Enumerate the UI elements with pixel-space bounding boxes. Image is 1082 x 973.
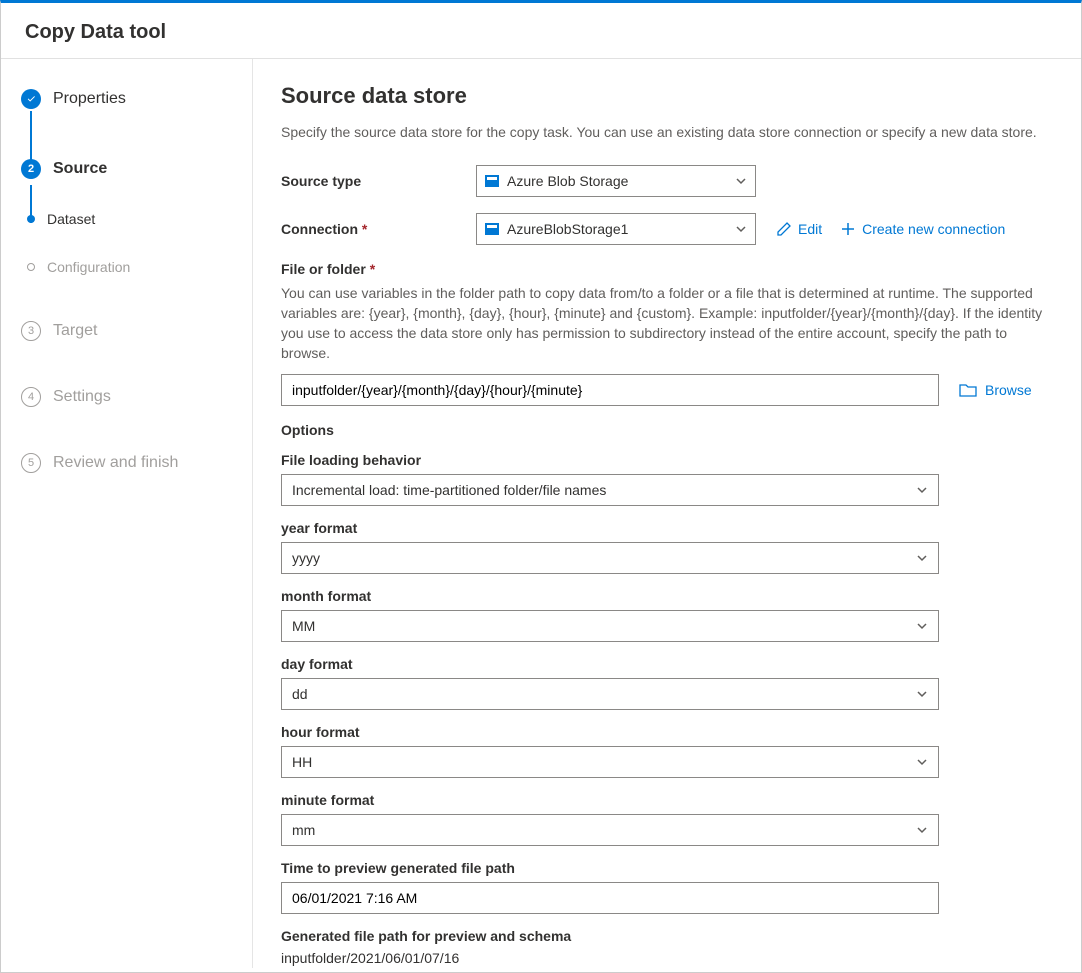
chevron-down-icon [916,620,928,632]
file-folder-label: File or folder * [281,261,1053,277]
step-label: Properties [53,90,126,108]
chevron-down-icon [916,552,928,564]
chevron-down-icon [916,756,928,768]
wizard-sidebar: Properties 2 Source Dataset Configuratio… [1,59,253,968]
step-number-icon: 2 [21,159,41,179]
chevron-down-icon [916,824,928,836]
chevron-down-icon [735,223,747,235]
connection-value: AzureBlobStorage1 [507,221,628,237]
step-target[interactable]: 3 Target [21,315,242,347]
step-source[interactable]: 2 Source [21,153,242,185]
generated-path-label: Generated file path for preview and sche… [281,928,1053,944]
chevron-down-icon [916,484,928,496]
folder-icon [959,382,977,398]
day-format-select[interactable]: dd [281,678,939,710]
source-type-row: Source type Azure Blob Storage [281,165,1053,197]
step-settings[interactable]: 4 Settings [21,381,242,413]
content-area: Source data store Specify the source dat… [253,59,1081,968]
day-format-label: day format [281,656,1053,672]
year-format-value: yyyy [292,550,320,566]
month-format-label: month format [281,588,1053,604]
substep-configuration[interactable]: Configuration [21,253,242,281]
step-properties[interactable]: Properties [21,83,242,115]
source-type-label: Source type [281,173,476,189]
step-label: Settings [53,388,111,406]
month-format-value: MM [292,618,315,634]
behavior-select[interactable]: Incremental load: time-partitioned folde… [281,474,939,506]
blob-storage-icon [485,175,499,187]
source-type-select[interactable]: Azure Blob Storage [476,165,756,197]
options-label: Options [281,422,1053,438]
page-title: Copy Data tool [1,3,1081,59]
minute-format-select[interactable]: mm [281,814,939,846]
hour-format-label: hour format [281,724,1053,740]
step-number-icon: 3 [21,321,41,341]
create-connection-link[interactable]: Create new connection [840,221,1005,237]
source-type-value: Azure Blob Storage [507,173,628,189]
step-review[interactable]: 5 Review and finish [21,447,242,479]
month-format-select[interactable]: MM [281,610,939,642]
edit-connection-link[interactable]: Edit [776,221,822,237]
content-description: Specify the source data store for the co… [281,123,1053,143]
connection-select[interactable]: AzureBlobStorage1 [476,213,756,245]
minute-format-label: minute format [281,792,1053,808]
browse-link[interactable]: Browse [959,382,1032,398]
hour-format-select[interactable]: HH [281,746,939,778]
year-format-label: year format [281,520,1053,536]
day-format-value: dd [292,686,308,702]
substep-dataset[interactable]: Dataset [21,205,242,233]
year-format-select[interactable]: yyyy [281,542,939,574]
substep-label: Dataset [47,211,95,227]
step-label: Source [53,160,107,178]
connection-label: Connection * [281,221,476,237]
chevron-down-icon [916,688,928,700]
blob-storage-icon [485,223,499,235]
connection-row: Connection * AzureBlobStorage1 Edit Crea… [281,213,1053,245]
pencil-icon [776,221,792,237]
checkmark-icon [21,89,41,109]
behavior-value: Incremental load: time-partitioned folde… [292,482,606,498]
substep-dot-icon [27,263,35,271]
file-folder-help: You can use variables in the folder path… [281,283,1053,364]
main-layout: Properties 2 Source Dataset Configuratio… [1,59,1081,968]
time-preview-label: Time to preview generated file path [281,860,1053,876]
file-folder-input[interactable] [281,374,939,406]
substep-label: Configuration [47,259,130,275]
step-label: Review and finish [53,454,178,472]
generated-path-value: inputfolder/2021/06/01/07/16 [281,950,1053,966]
step-label: Target [53,322,97,340]
hour-format-value: HH [292,754,312,770]
plus-icon [840,221,856,237]
step-number-icon: 4 [21,387,41,407]
step-number-icon: 5 [21,453,41,473]
minute-format-value: mm [292,822,315,838]
time-preview-input[interactable] [281,882,939,914]
behavior-label: File loading behavior [281,452,1053,468]
substep-dot-icon [27,215,35,223]
chevron-down-icon [735,175,747,187]
content-title: Source data store [281,83,1053,109]
